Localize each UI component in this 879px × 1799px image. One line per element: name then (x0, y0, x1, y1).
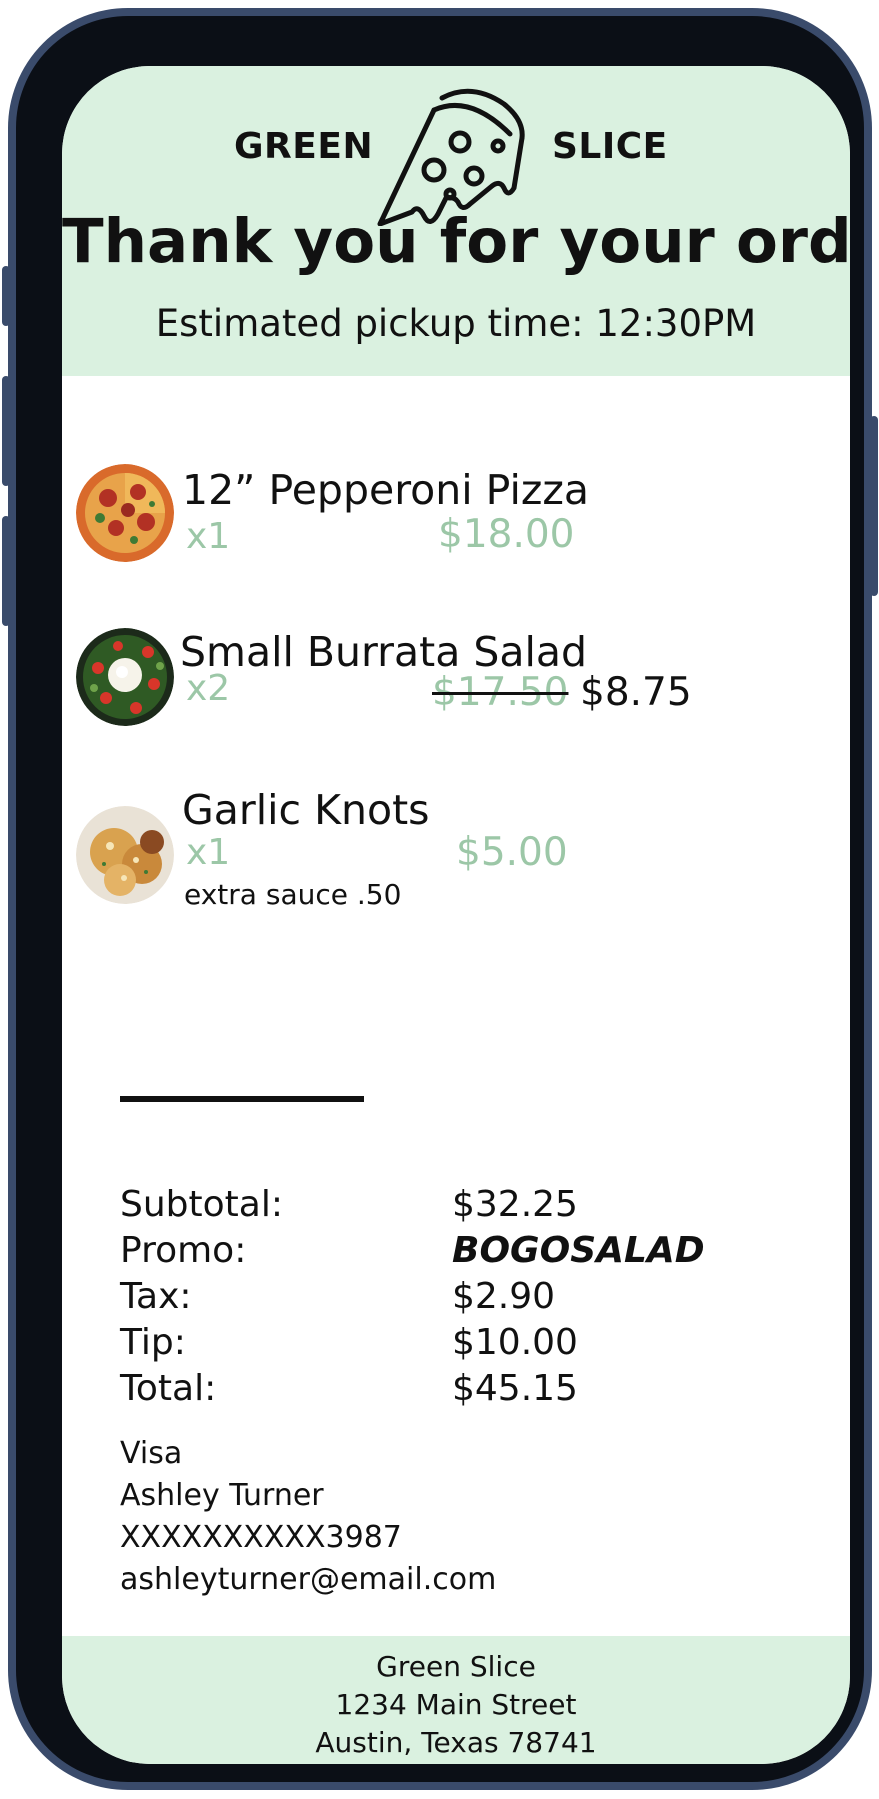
card-number: XXXXXXXXXX3987 (120, 1520, 402, 1555)
card-type: Visa (120, 1436, 183, 1471)
item-discounted-price: $8.75 (580, 670, 692, 715)
store-city: Austin, Texas 78741 (315, 1726, 597, 1759)
store-name: Green Slice (376, 1650, 536, 1683)
screen: GREEN SLICE Thank you for your order Est… (62, 66, 850, 1764)
volume-up-button (2, 376, 10, 486)
tip-value: $10.00 (452, 1322, 578, 1363)
store-footer: Green Slice 1234 Main Street Austin, Tex… (62, 1636, 850, 1764)
cardholder-name: Ashley Turner (120, 1478, 324, 1513)
salad-photo (76, 628, 174, 726)
tax-label: Tax: (120, 1276, 192, 1317)
phone-frame: GREEN SLICE Thank you for your order Est… (2, 8, 878, 1790)
promo-label: Promo: (120, 1230, 247, 1271)
power-button (870, 416, 878, 596)
subtotal-value: $32.25 (452, 1184, 578, 1225)
customer-email: ashleyturner@email.com (120, 1562, 497, 1597)
page-title: Thank you for your order (62, 206, 850, 277)
item-quantity: x1 (186, 832, 231, 873)
pizza-photo (76, 464, 174, 562)
item-modifier: extra sauce .50 (184, 878, 402, 911)
item-name: Garlic Knots (182, 786, 430, 834)
item-original-price: $17.50 (432, 670, 569, 715)
volume-down-button (2, 516, 10, 626)
item-price: $5.00 (456, 830, 568, 875)
item-quantity: x1 (186, 516, 231, 557)
total-label: Total: (120, 1368, 217, 1409)
item-price: $18.00 (438, 512, 575, 557)
item-name: Small Burrata Salad (180, 628, 588, 676)
subtotal-label: Subtotal: (120, 1184, 283, 1225)
pizza-slice-icon (377, 88, 525, 226)
brand-name-left: GREEN (234, 126, 374, 167)
pickup-time: Estimated pickup time: 12:30PM (155, 302, 757, 345)
brand-name-right: SLICE (552, 126, 668, 167)
item-quantity: x2 (186, 668, 231, 709)
silent-switch (2, 266, 10, 326)
tax-value: $2.90 (452, 1276, 556, 1317)
store-street: 1234 Main Street (335, 1688, 577, 1721)
item-name: 12” Pepperoni Pizza (182, 466, 590, 514)
tip-label: Tip: (120, 1322, 186, 1363)
garlic-knots-photo (76, 806, 174, 904)
confirmation-header: GREEN SLICE Thank you for your order Est… (62, 66, 850, 376)
divider (120, 1096, 364, 1102)
total-value: $45.15 (452, 1368, 578, 1409)
promo-code: BOGOSALAD (452, 1230, 705, 1271)
